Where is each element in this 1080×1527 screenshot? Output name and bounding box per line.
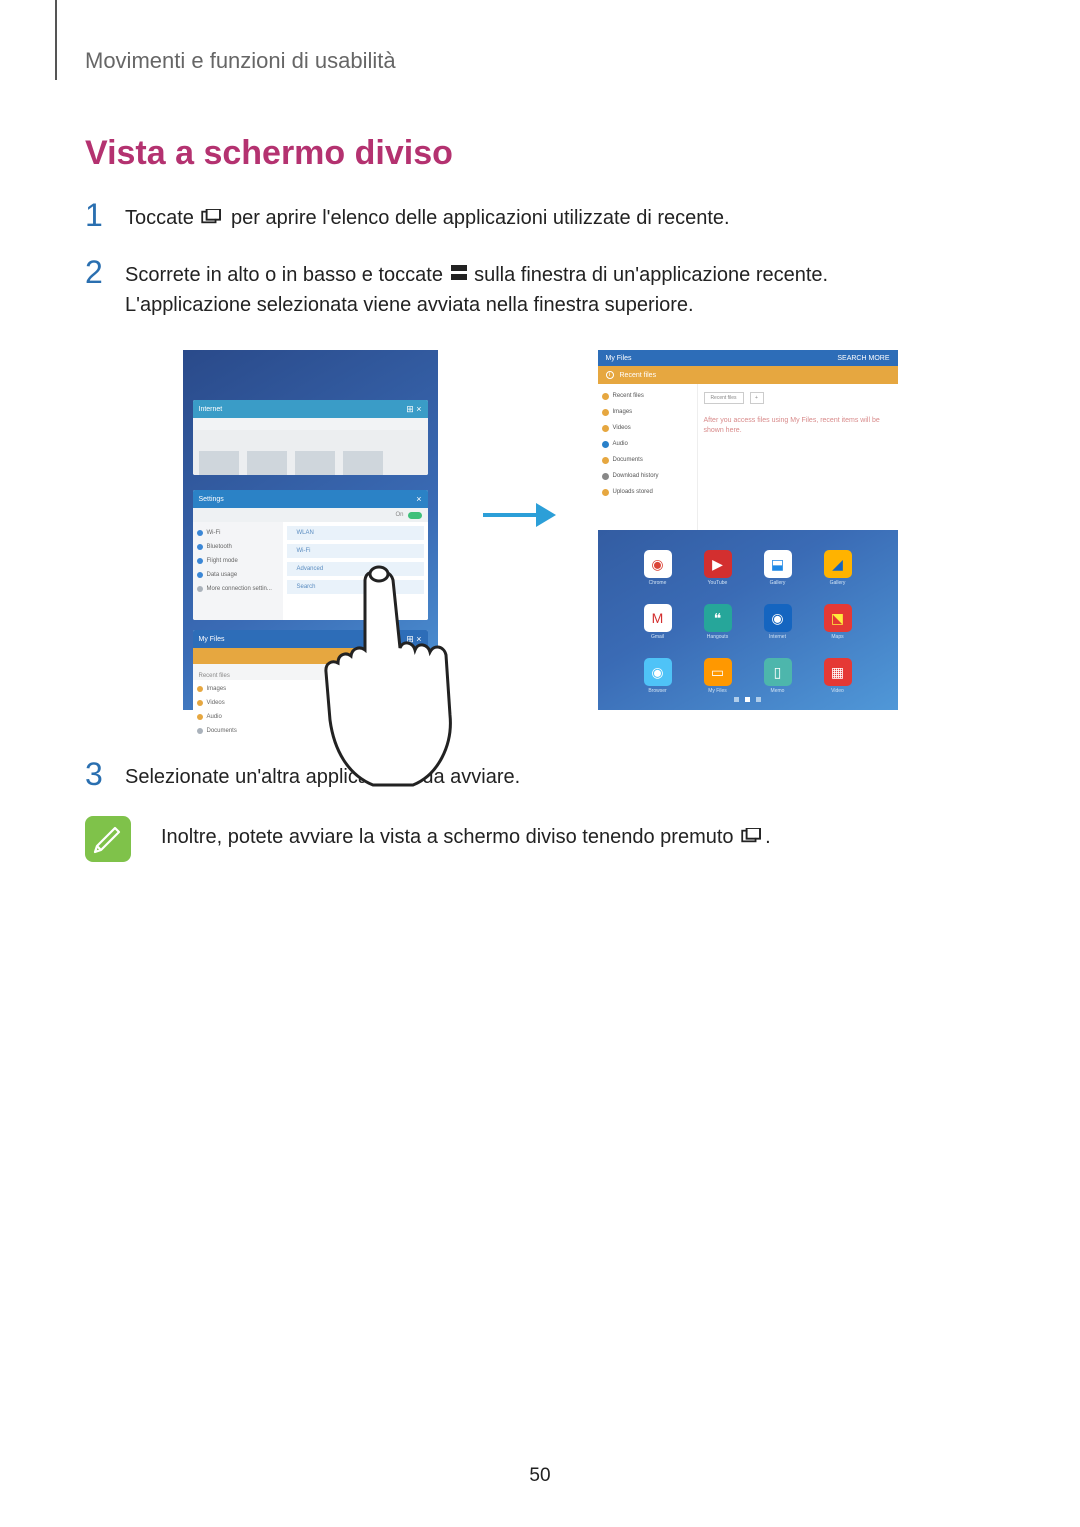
recent-window-internet: Internet ⊞ ×: [193, 400, 428, 475]
recent-apps-icon: [741, 827, 763, 850]
step-body: Toccate per aprire l'elenco delle applic…: [125, 201, 730, 234]
step-text-before: Scorrete in alto o in basso e toccate: [125, 264, 449, 286]
files-sidebar: Recent filesImagesVideosAudioDocumentsDo…: [598, 384, 698, 530]
page-indicator: [598, 697, 898, 702]
hand-pointer-icon: [318, 560, 468, 790]
window-title: Internet: [199, 406, 223, 413]
chapter-title: Movimenti e funzioni di usabilità: [85, 48, 995, 74]
app-icon: ❝Hangouts: [688, 604, 748, 640]
margin-line: [55, 0, 57, 80]
app-title: My Files: [606, 355, 632, 362]
page: Movimenti e funzioni di usabilità Vista …: [0, 0, 1080, 1527]
split-view-icon: [451, 260, 467, 290]
list-item: Audio: [602, 436, 693, 452]
figure: Internet⊞ × Settings× On Wi-Fi Bluetooth…: [85, 350, 995, 710]
app-icon: ▭My Files: [688, 658, 748, 694]
window-controls: ×: [416, 494, 421, 504]
window-title: My Files: [199, 636, 225, 643]
step-number: 2: [85, 256, 125, 288]
step-text-after: sulla finestra di un'applicazione recent…: [474, 264, 828, 286]
app-icon: ◉Chrome: [628, 550, 688, 586]
step-2: 2 Scorrete in alto o in basso e toccate …: [85, 258, 995, 321]
list-item: Uploads stored: [602, 484, 693, 500]
arrow-right-icon: [478, 495, 558, 535]
list-item: Documents: [602, 452, 693, 468]
page-number: 50: [0, 1465, 1080, 1487]
app-icon: ▦Video: [808, 658, 868, 694]
list-item: Videos: [602, 420, 693, 436]
recent-apps-icon: [201, 204, 223, 234]
window-controls: ⊞ ×: [406, 404, 421, 415]
app-icon: ▶YouTube: [688, 550, 748, 586]
step-3: 3 Selezionate un'altra applicazione da a…: [85, 760, 995, 792]
step-1: 1 Toccate per aprire l'elenco delle appl…: [85, 201, 995, 234]
step-text-line2: L'applicazione selezionata viene avviata…: [125, 294, 694, 316]
settings-sidebar: Wi-Fi Bluetooth Flight mode Data usage M…: [193, 522, 283, 620]
screenshot-before: Internet⊞ × Settings× On Wi-Fi Bluetooth…: [183, 350, 438, 710]
window-title: Settings: [199, 496, 224, 503]
top-split-app: My FilesSEARCH MORE iRecent files Recent…: [598, 350, 898, 530]
app-grid: ◉Chrome▶YouTube⬓Gallery◢Gallery MGmail❝Ha…: [598, 550, 898, 694]
app-icon: ◉Browser: [628, 658, 688, 694]
step-body: Scorrete in alto o in basso e toccate su…: [125, 258, 828, 321]
step-text-before: Toccate: [125, 207, 199, 229]
step-text-after: per aprire l'elenco delle applicazioni u…: [231, 207, 730, 229]
app-icon: ◢Gallery: [808, 550, 868, 586]
app-icon: ⬓Gallery: [748, 550, 808, 586]
step-number: 3: [85, 758, 125, 790]
app-icon: MGmail: [628, 604, 688, 640]
app-icon: ◉Internet: [748, 604, 808, 640]
app-icon: ▯Memo: [748, 658, 808, 694]
list-item: Recent files: [602, 388, 693, 404]
note-text: Inoltre, potete avviare la vista a scher…: [161, 816, 771, 849]
files-main: Recent files + After you access files us…: [698, 384, 898, 530]
list-item: Download history: [602, 468, 693, 484]
step-number: 1: [85, 199, 125, 231]
app-menu: SEARCH MORE: [837, 355, 889, 362]
section-heading: Vista a schermo diviso: [85, 134, 995, 173]
note-icon: [85, 816, 131, 862]
screenshot-after: My FilesSEARCH MORE iRecent files Recent…: [598, 350, 898, 710]
app-icon: ⬔Maps: [808, 604, 868, 640]
note: Inoltre, potete avviare la vista a scher…: [85, 816, 995, 862]
list-item: Images: [602, 404, 693, 420]
